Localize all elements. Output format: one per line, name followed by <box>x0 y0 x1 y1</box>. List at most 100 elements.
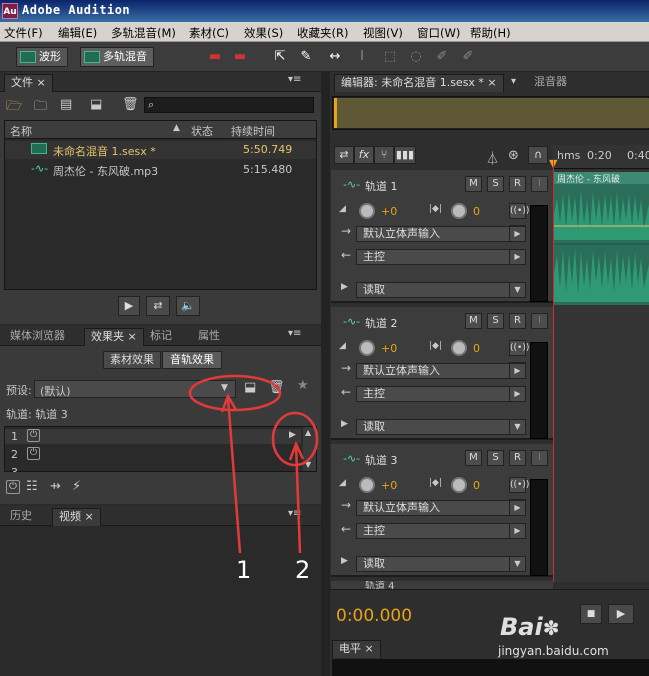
menu-edit[interactable]: 编辑(E) <box>58 25 97 41</box>
panel-menu-icon[interactable]: ▾≡ <box>288 508 301 519</box>
multitrack-view-button[interactable]: 多轨混音 <box>80 47 154 67</box>
tab-levels[interactable]: 电平 × <box>332 640 381 658</box>
track-output-dropdown[interactable]: 主控 ▶ <box>356 523 526 539</box>
overview-viewport[interactable] <box>334 98 649 128</box>
time-selection-icon[interactable]: I <box>352 48 372 66</box>
headphones-icon[interactable]: ∩ <box>528 146 548 164</box>
record-arm-button[interactable]: R <box>509 313 526 329</box>
new-file-icon[interactable]: ▤ <box>60 97 72 112</box>
audio-clip[interactable]: 周杰伦 - 东风破 <box>554 172 649 305</box>
file-row[interactable]: -∿- 周杰伦 - 东风破.mp3 5:15.480 <box>5 161 316 179</box>
file-row[interactable]: 未命名混音 1.sesx * 5:50.749 <box>5 141 316 159</box>
effect-list-icon[interactable]: ☷ <box>26 479 38 494</box>
import-file-icon[interactable]: 🗀 <box>34 97 47 119</box>
column-status[interactable]: 状态 <box>191 123 213 139</box>
tab-markers[interactable]: 标记 <box>144 328 178 346</box>
pan-knob[interactable] <box>451 477 467 493</box>
expand-triangle-icon[interactable]: ▶ <box>341 282 348 292</box>
track-name[interactable]: 轨道 3 <box>365 452 398 468</box>
column-duration[interactable]: 持续时间 <box>231 123 275 139</box>
solo-button[interactable]: S <box>487 176 504 192</box>
effect-slot[interactable]: 3 <box>5 465 301 472</box>
tab-history[interactable]: 历史 <box>4 508 38 526</box>
input-monitor-button[interactable]: I <box>531 450 548 466</box>
lasso-icon[interactable]: ◌ <box>406 48 426 66</box>
track-input-dropdown[interactable]: 默认立体声输入 ▶ <box>356 363 526 379</box>
volume-value[interactable]: +0 <box>381 205 397 218</box>
effect-slot[interactable]: 1 ⏻ ▶ <box>5 429 301 444</box>
menu-view[interactable]: 视图(V) <box>363 25 403 41</box>
volume-knob[interactable] <box>359 203 375 219</box>
spectral-display-icon[interactable]: ▬ <box>205 48 225 66</box>
favorite-star-icon[interactable]: ★ <box>297 378 309 393</box>
files-search-input[interactable]: ⌕ <box>144 97 314 113</box>
record-arm-button[interactable]: R <box>509 450 526 466</box>
menu-favorites[interactable]: 收藏夹(R) <box>297 25 348 41</box>
stereo-icon[interactable]: ((•)) <box>509 477 529 493</box>
razor-tool-icon[interactable]: ✎ <box>296 48 316 66</box>
power-icon[interactable]: ⏻ <box>27 429 40 442</box>
overview-bar[interactable] <box>332 96 649 130</box>
stop-button[interactable]: ■ <box>580 604 602 624</box>
track-output-dropdown[interactable]: 主控 ▶ <box>356 249 526 265</box>
effect-slot[interactable]: 2 ⏻ <box>5 447 301 462</box>
pan-knob[interactable] <box>451 340 467 356</box>
menu-file[interactable]: 文件(F) <box>4 25 43 41</box>
panel-splitter[interactable] <box>321 72 330 676</box>
clip-title-bar[interactable]: 周杰伦 - 东风破 <box>554 172 649 185</box>
track-name[interactable]: 轨道 1 <box>365 178 398 194</box>
tab-media-browser[interactable]: 媒体浏览器 <box>4 328 71 346</box>
metronome-icon[interactable]: ⏃ <box>486 148 499 167</box>
solo-button[interactable]: S <box>487 450 504 466</box>
solo-button[interactable]: S <box>487 313 504 329</box>
time-display[interactable]: 0:00.000 <box>336 606 412 626</box>
play-file-button[interactable]: ▶ <box>118 296 140 316</box>
move-tool-icon[interactable]: ⇱ <box>270 48 290 66</box>
preset-dropdown[interactable]: (默认) ▼ <box>34 380 236 398</box>
eq-icon[interactable]: ▮▮▮ <box>394 146 416 164</box>
pan-knob[interactable] <box>451 203 467 219</box>
waveform-view-button[interactable]: 波形 <box>16 47 68 67</box>
snap-icon[interactable]: ⊛ <box>508 148 519 163</box>
stereo-icon[interactable]: ((•)) <box>509 340 529 356</box>
mute-button[interactable]: M <box>465 313 482 329</box>
power-all-icon[interactable]: ⏻ <box>6 480 20 494</box>
track-input-dropdown[interactable]: 默认立体声输入 ▶ <box>356 226 526 242</box>
expand-triangle-icon[interactable]: ▶ <box>341 419 348 429</box>
menu-multitrack[interactable]: 多轨混音(M) <box>111 25 176 41</box>
stereo-icon[interactable]: ((•)) <box>509 203 529 219</box>
save-preset-icon[interactable]: ⬓ <box>244 380 256 395</box>
panel-menu-icon[interactable]: ▾≡ <box>288 328 301 339</box>
fx-icon[interactable]: fx <box>354 146 374 164</box>
pan-value[interactable]: 0 <box>473 342 480 355</box>
apply-icon[interactable]: ⚡ <box>72 479 81 494</box>
volume-knob[interactable] <box>359 477 375 493</box>
timeline-ruler[interactable]: hms 0:20 0:40 ▼ <box>549 145 649 170</box>
automation-mode-dropdown[interactable]: 读取 ▼ <box>356 282 526 298</box>
sends-icon[interactable]: ⑂ <box>374 146 394 164</box>
swap-icon[interactable]: ⇄ <box>334 146 354 164</box>
volume-knob[interactable] <box>359 340 375 356</box>
insert-into-multitrack-icon[interactable]: ⬓ <box>90 97 102 112</box>
tab-files[interactable]: 文件 × <box>4 74 53 92</box>
input-monitor-button[interactable]: I <box>531 313 548 329</box>
menu-window[interactable]: 窗口(W) <box>417 25 460 41</box>
pan-value[interactable]: 0 <box>473 479 480 492</box>
automation-mode-dropdown[interactable]: 读取 ▼ <box>356 556 526 572</box>
power-icon[interactable]: ⏻ <box>27 447 40 460</box>
sort-up-icon[interactable]: ▲ <box>173 123 180 133</box>
menu-effects[interactable]: 效果(S) <box>244 25 283 41</box>
menu-help[interactable]: 帮助(H) <box>470 25 511 41</box>
automation-mode-dropdown[interactable]: 读取 ▼ <box>356 419 526 435</box>
pan-value[interactable]: 0 <box>473 205 480 218</box>
scroll-up-icon[interactable]: ▲ <box>305 428 311 437</box>
marquee-icon[interactable]: ⬚ <box>380 48 400 66</box>
scroll-down-icon[interactable]: ▼ <box>305 460 311 469</box>
mute-button[interactable]: M <box>465 450 482 466</box>
track-input-dropdown[interactable]: 默认立体声输入 ▶ <box>356 500 526 516</box>
loop-file-button[interactable]: ⇄ <box>146 296 170 316</box>
column-name[interactable]: 名称 <box>10 123 32 139</box>
mute-button[interactable]: M <box>465 176 482 192</box>
track-name[interactable]: 轨道 2 <box>365 315 398 331</box>
tab-video[interactable]: 视频 × <box>52 508 101 526</box>
